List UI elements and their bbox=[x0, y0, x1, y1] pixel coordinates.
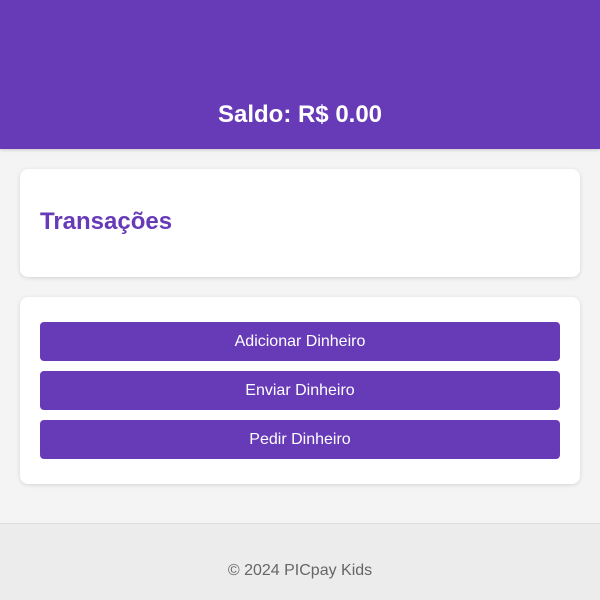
copyright-text: © 2024 PICpay Kids bbox=[227, 562, 373, 579]
app-footer: © 2024 PICpay Kids bbox=[0, 523, 600, 600]
add-money-button[interactable]: Adicionar Dinheiro bbox=[40, 322, 560, 361]
transactions-card: Transações bbox=[20, 169, 580, 277]
actions-card: Adicionar Dinheiro Enviar Dinheiro Pedir… bbox=[20, 297, 580, 484]
request-money-button[interactable]: Pedir Dinheiro bbox=[40, 420, 560, 459]
send-money-button[interactable]: Enviar Dinheiro bbox=[40, 371, 560, 410]
balance-display: Saldo: R$ 0.00 bbox=[217, 101, 383, 128]
app-header: Saldo: R$ 0.00 bbox=[0, 0, 600, 149]
transactions-title: Transações bbox=[40, 208, 173, 235]
